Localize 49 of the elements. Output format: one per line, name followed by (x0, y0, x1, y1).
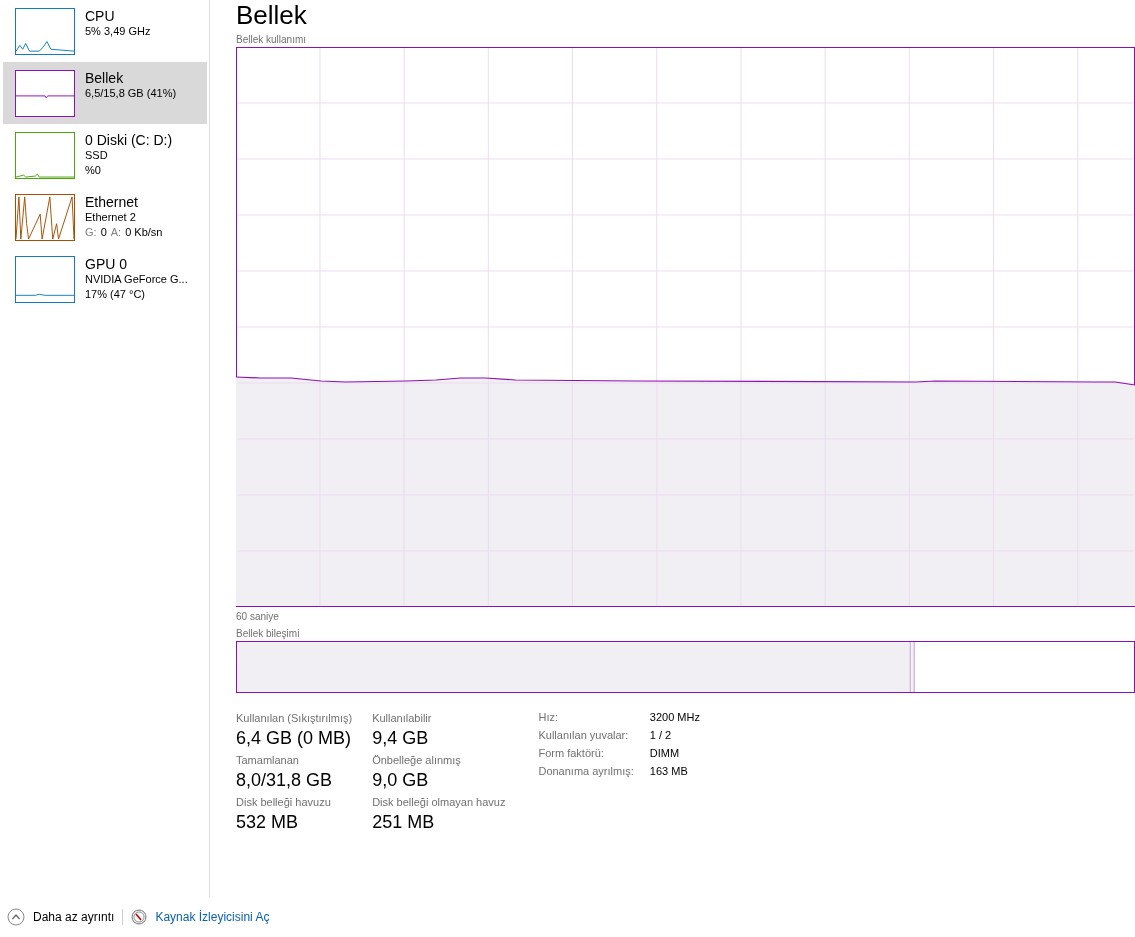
device-detail: 17% (47 °C) (85, 287, 147, 302)
stat-label: Disk belleği olmayan havuz (372, 795, 506, 810)
page-title: Bellek (236, 0, 308, 30)
sidebar-item[interactable]: CPU 5% 3,49 GHz (3, 0, 207, 62)
gauge-icon (131, 909, 148, 925)
detail-label: Kullanılan yuvalar: (538, 728, 630, 743)
stat-label: Tamamlanan (236, 753, 300, 768)
fewer-details-button[interactable]: Daha az ayrıntı (7, 908, 115, 926)
resource-monitor-link[interactable]: Kaynak İzleyicisini Aç (155, 908, 270, 926)
detail-value: 1 / 2 (649, 728, 673, 743)
detail-value: DIMM (649, 746, 681, 761)
rate-value: 0 (100, 225, 107, 240)
stat-label: Önbelleğe alınmış (372, 753, 462, 768)
sidebar-item[interactable]: GPU 0 NVIDIA GeForce G... 17% (47 °C) (3, 248, 207, 310)
stat-value: 6,4 GB (0 MB) (236, 727, 353, 750)
stat-label: Kullanılan (Sıkıştırılmış) (236, 711, 353, 726)
sidebar-item[interactable]: 0 Diski (C: D:) SSD %0 (3, 124, 207, 186)
rate-label: G: (85, 225, 97, 240)
device-name: Bellek (85, 70, 125, 86)
stat-value: 532 MB (236, 811, 300, 834)
device-detail: NVIDIA GeForce G... (85, 272, 188, 287)
device-detail: %0 (85, 163, 102, 178)
stat-value: 9,4 GB (372, 727, 430, 750)
stat-value: 251 MB (372, 811, 436, 834)
stat-value: 9,0 GB (372, 769, 430, 792)
detail-value: 3200 MHz (649, 710, 700, 725)
stat-value: 8,0/31,8 GB (236, 769, 334, 792)
detail-value: 163 MB (649, 764, 689, 779)
device-name: CPU (85, 8, 116, 24)
chart-caption: Bellek kullanımı (236, 33, 308, 47)
device-detail: 6,5/15,8 GB (41%) (85, 86, 177, 101)
device-name: Ethernet (85, 194, 139, 210)
device-name: GPU 0 (85, 256, 128, 272)
sidebar-item[interactable]: Bellek 6,5/15,8 GB (41%) (3, 62, 207, 124)
detail-label: Hız: (538, 710, 559, 725)
device-detail: 5% 3,49 GHz (85, 24, 151, 39)
sidebar-item[interactable]: Ethernet Ethernet 2 G: 0 A: 0 Kb/sn (3, 186, 207, 248)
time-span-label: 60 saniye (236, 610, 280, 624)
detail-label: Donanıma ayrılmış: (538, 764, 634, 779)
device-detail: SSD (85, 148, 109, 163)
chevron-up-icon (7, 908, 25, 926)
stat-label: Kullanılabilir (372, 711, 433, 726)
rate-value: 0 Kb/sn (125, 225, 163, 240)
rate-label: A: (110, 225, 122, 240)
stat-label: Disk belleği havuzu (236, 795, 332, 810)
device-detail: Ethernet 2 (85, 210, 137, 225)
detail-label: Form faktörü: (538, 746, 605, 761)
chart-caption: Bellek bileşimi (236, 627, 301, 641)
device-name: 0 Diski (C: D:) (85, 132, 173, 148)
